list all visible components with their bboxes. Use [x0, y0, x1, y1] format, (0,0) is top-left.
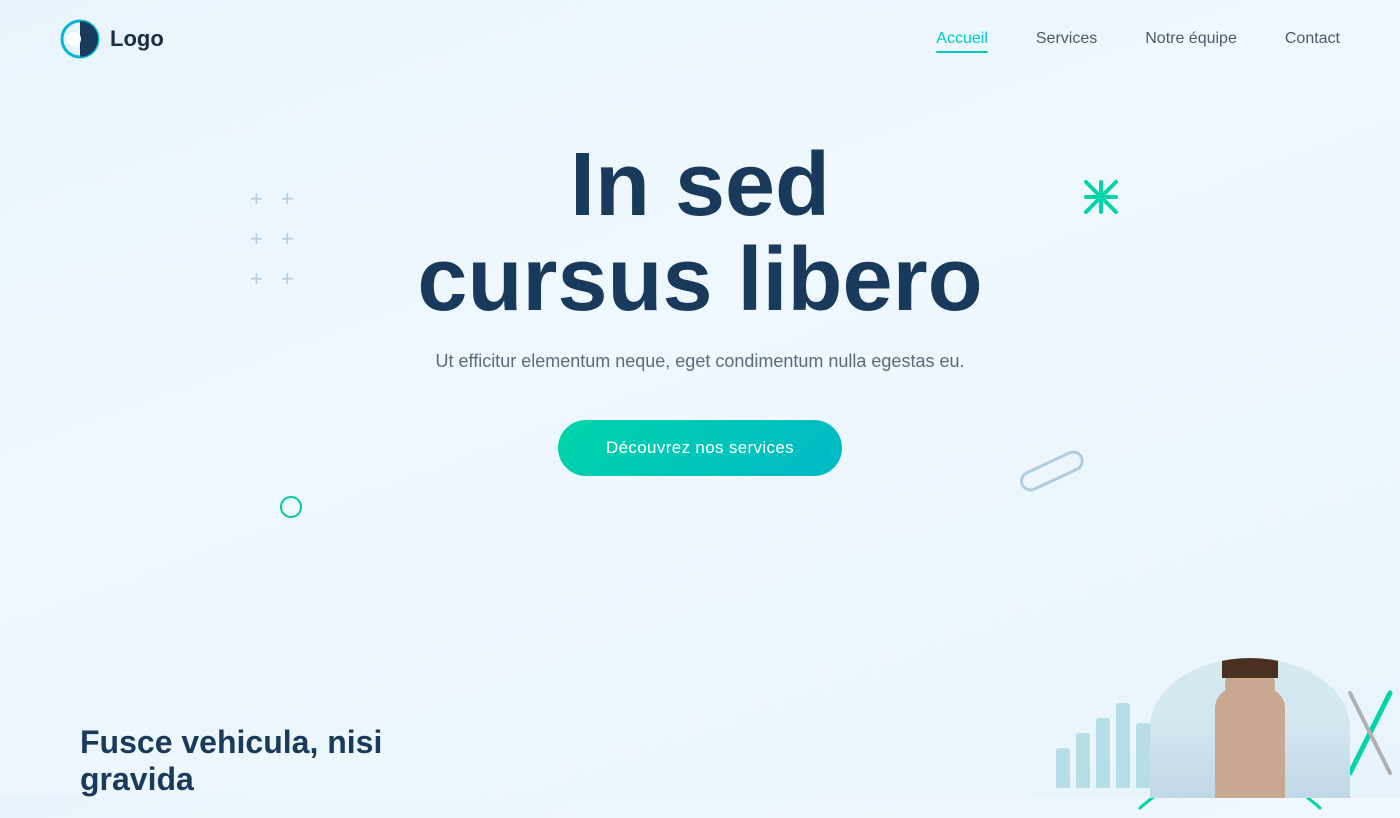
plus-icon-3: + [250, 228, 263, 250]
bar-1 [1056, 748, 1070, 788]
plus-decoration-group: + + + + + + [250, 188, 294, 290]
plus-icon-4: + [281, 228, 294, 250]
hero-title-line2: cursus libero [417, 233, 982, 328]
person-hair [1222, 658, 1278, 678]
nav-item-services[interactable]: Services [1036, 30, 1097, 48]
hero-title-line1: In sed [417, 138, 982, 233]
nav-item-notre-equipe[interactable]: Notre équipe [1145, 30, 1237, 48]
cta-button[interactable]: Découvrez nos services [558, 420, 842, 476]
pill-decoration [1010, 443, 1090, 508]
pill-icon [1010, 443, 1090, 503]
hero-subtitle: Ut efficitur elementum neque, eget condi… [436, 351, 965, 372]
plus-icon-6: + [281, 268, 294, 290]
logo[interactable]: Logo [60, 19, 164, 59]
nav-links: Accueil Services Notre équipe Contact [936, 30, 1340, 48]
circle-decoration [280, 496, 302, 518]
hero-title: In sed cursus libero [417, 138, 982, 327]
plus-icon-2: + [281, 188, 294, 210]
plus-icon-1: + [250, 188, 263, 210]
nav-item-accueil[interactable]: Accueil [936, 30, 988, 48]
bottom-section: Fusce vehicula, nisi gravida [0, 638, 1400, 798]
nav-link-services[interactable]: Services [1036, 30, 1097, 47]
nav-link-contact[interactable]: Contact [1285, 30, 1340, 47]
bar-2 [1076, 733, 1090, 788]
logo-text: Logo [110, 26, 164, 52]
hero-section: + + + + + + In sed cursus libero Ut effi… [0, 78, 1400, 638]
person-area [1150, 658, 1350, 798]
nav-link-accueil[interactable]: Accueil [936, 30, 988, 47]
logo-icon [60, 19, 100, 59]
bottom-title: Fusce vehicula, nisi gravida [80, 724, 480, 798]
nav-link-notre-equipe[interactable]: Notre équipe [1145, 30, 1237, 47]
bar-3 [1096, 718, 1110, 788]
bottom-illustration [1056, 658, 1400, 798]
x-icon [1082, 178, 1120, 216]
plus-icon-5: + [250, 268, 263, 290]
nav-item-contact[interactable]: Contact [1285, 30, 1340, 48]
navbar: Logo Accueil Services Notre équipe Conta… [0, 0, 1400, 78]
x-decoration [1082, 178, 1120, 221]
bar-4 [1116, 703, 1130, 788]
